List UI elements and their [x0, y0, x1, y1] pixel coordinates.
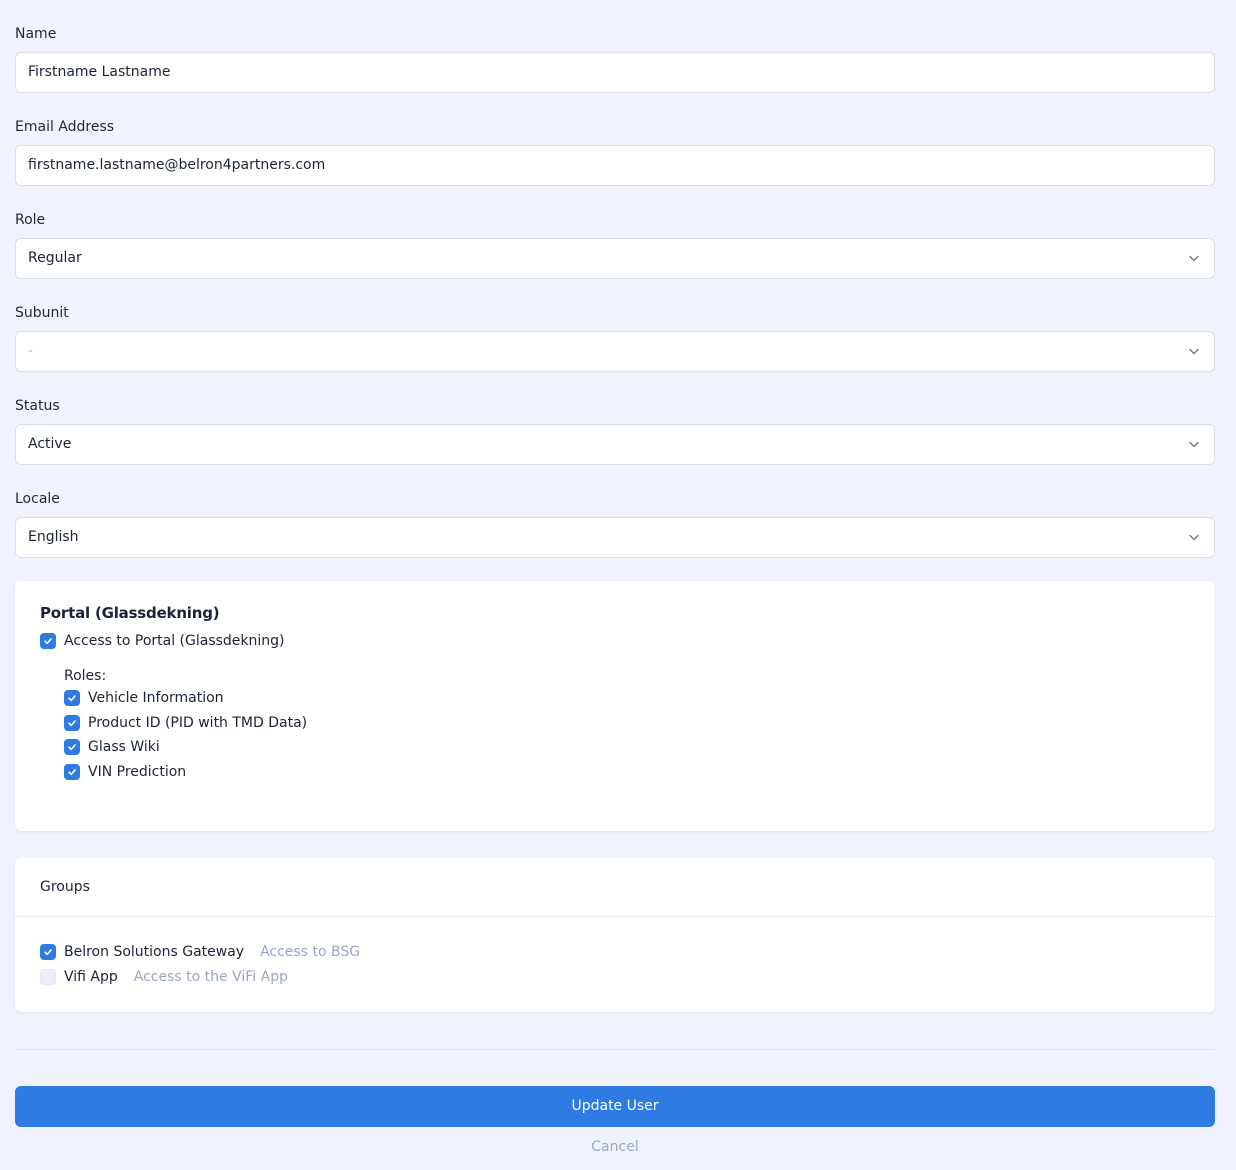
divider — [15, 1049, 1215, 1050]
email-label: Email Address — [15, 119, 115, 135]
role-checkbox[interactable] — [64, 715, 80, 731]
cancel-link[interactable]: Cancel — [15, 1137, 1215, 1157]
check-icon — [44, 949, 52, 956]
status-label: Status — [15, 398, 60, 414]
locale-label: Locale — [15, 491, 60, 507]
edit-user-form: Name Firstname Lastname Email Address fi… — [0, 0, 1236, 1170]
role-checkbox-row[interactable]: VIN Prediction — [64, 763, 186, 781]
role-checkbox[interactable] — [64, 739, 80, 755]
locale-select-value: English — [28, 529, 79, 545]
role-checkbox-label: Vehicle Information — [88, 690, 224, 706]
subunit-label: Subunit — [15, 305, 69, 321]
role-checkbox-label: Glass Wiki — [88, 739, 160, 755]
group-label: Vifi App — [64, 969, 118, 985]
locale-select[interactable]: English — [15, 517, 1215, 558]
subunit-select-value: - — [28, 343, 34, 359]
group-checkbox-row[interactable]: Belron Solutions Gateway Access to BSG — [40, 943, 360, 961]
portal-title: Portal (Glassdekning) — [40, 604, 220, 622]
email-input[interactable]: firstname.lastname@belron4partners.com — [15, 145, 1215, 186]
group-description: Access to the ViFi App — [133, 969, 288, 985]
update-user-button[interactable]: Update User — [15, 1086, 1215, 1127]
subunit-select[interactable]: - — [15, 331, 1215, 372]
group-checkbox[interactable] — [40, 944, 56, 960]
groups-header: Groups — [15, 857, 1215, 917]
check-icon — [68, 720, 76, 727]
role-select-value: Regular — [28, 250, 82, 266]
status-select[interactable]: Active — [15, 424, 1215, 465]
name-label: Name — [15, 26, 57, 42]
chevron-down-icon — [1189, 441, 1199, 448]
role-checkbox-row[interactable]: Product ID (PID with TMD Data) — [64, 714, 307, 732]
group-label: Belron Solutions Gateway — [64, 944, 245, 960]
group-checkbox-row[interactable]: Vifi App Access to the ViFi App — [40, 968, 288, 986]
name-input[interactable]: Firstname Lastname — [15, 52, 1215, 93]
role-checkbox[interactable] — [64, 690, 80, 706]
portal-access-label: Access to Portal (Glassdekning) — [64, 633, 285, 649]
role-label: Role — [15, 212, 46, 228]
role-select[interactable]: Regular — [15, 238, 1215, 279]
role-checkbox-label: VIN Prediction — [88, 764, 187, 780]
role-checkbox[interactable] — [64, 764, 80, 780]
check-icon — [68, 695, 76, 702]
role-checkbox-row[interactable]: Vehicle Information — [64, 689, 224, 707]
roles-label: Roles: — [64, 668, 107, 684]
check-icon — [68, 744, 76, 751]
groups-title: Groups — [40, 879, 90, 895]
status-select-value: Active — [28, 436, 72, 452]
chevron-down-icon — [1189, 348, 1199, 355]
portal-access-checkbox[interactable] — [40, 633, 56, 649]
portal-access-checkbox-row[interactable]: Access to Portal (Glassdekning) — [40, 632, 285, 650]
group-checkbox[interactable] — [40, 969, 56, 985]
group-description: Access to BSG — [260, 944, 361, 960]
chevron-down-icon — [1189, 255, 1199, 262]
role-checkbox-label: Product ID (PID with TMD Data) — [88, 715, 308, 731]
check-icon — [44, 638, 52, 645]
chevron-down-icon — [1189, 534, 1199, 541]
check-icon — [68, 769, 76, 776]
portal-card: Portal (Glassdekning) Access to Portal (… — [15, 581, 1215, 831]
groups-card: Groups Belron Solutions Gateway Access t… — [15, 857, 1215, 1012]
role-checkbox-row[interactable]: Glass Wiki — [64, 738, 160, 756]
